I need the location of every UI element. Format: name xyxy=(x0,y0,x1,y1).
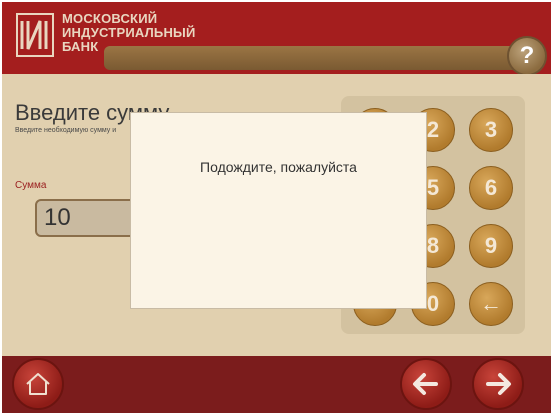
arrow-left-icon xyxy=(413,373,438,395)
sum-label: Сумма xyxy=(15,180,47,191)
header: МОСКОВСКИЙ ИНДУСТРИАЛЬНЫЙ БАНК xyxy=(2,2,551,74)
page-subtitle: Введите необходимую сумму и xyxy=(15,127,117,134)
help-button[interactable]: ? xyxy=(507,36,547,76)
wait-dialog: Подождите, пожалуйста xyxy=(130,112,427,309)
forward-button[interactable] xyxy=(472,358,524,410)
arrow-right-icon xyxy=(486,373,511,395)
atm-screen: МОСКОВСКИЙ ИНДУСТРИАЛЬНЫЙ БАНК ? Введите… xyxy=(2,2,551,413)
sum-input[interactable]: 10 xyxy=(35,199,140,237)
wait-message: Подождите, пожалуйста xyxy=(200,159,357,175)
key-backspace[interactable]: ← xyxy=(469,282,513,326)
home-icon xyxy=(26,373,50,395)
home-button[interactable] xyxy=(12,358,64,410)
key-9[interactable]: 9 xyxy=(469,224,513,268)
bank-logo-icon xyxy=(16,13,54,57)
footer xyxy=(2,356,551,413)
key-6[interactable]: 6 xyxy=(469,166,513,210)
key-3[interactable]: 3 xyxy=(469,108,513,152)
back-button[interactable] xyxy=(400,358,452,410)
bank-name-line2: ИНДУСТРИАЛЬНЫЙ xyxy=(62,25,196,40)
bank-name-line1: МОСКОВСКИЙ xyxy=(62,11,158,26)
header-bar xyxy=(104,46,534,70)
